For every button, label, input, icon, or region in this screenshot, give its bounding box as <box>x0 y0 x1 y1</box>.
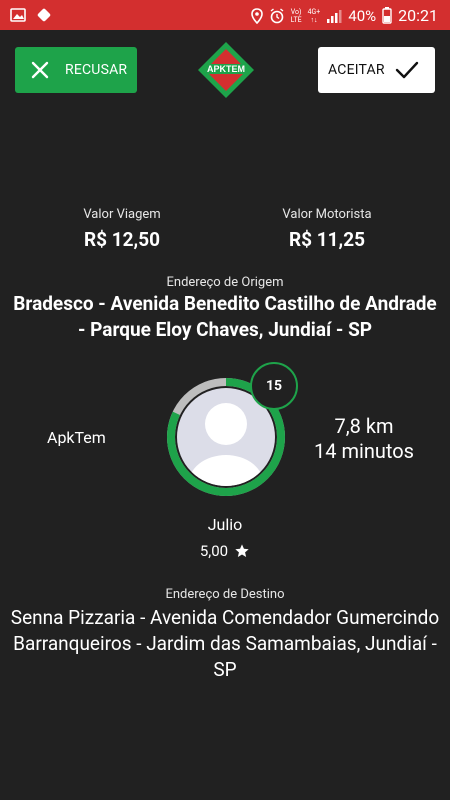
data-arrows-icon: ↑↓ <box>310 15 318 24</box>
signal-icon <box>327 9 342 23</box>
status-left-icons <box>10 7 52 23</box>
accept-button[interactable]: ACEITAR <box>318 47 435 93</box>
trip-value-label: Valor Viagem <box>83 207 161 222</box>
app-logo: APKTEM <box>196 40 256 100</box>
trip-distance: 7,8 km <box>334 414 394 438</box>
status-right-icons: Vo) LTE 4G+ ↑↓ 40% 20:21 <box>250 6 438 25</box>
origin-address: Bradesco - Avenida Benedito Castilho de … <box>13 292 437 341</box>
volte-indicator: Vo) LTE <box>291 8 302 24</box>
network-type-label: 4G+ <box>307 7 321 16</box>
driver-value: R$ 11,25 <box>288 228 366 251</box>
refuse-button-label: RECUSAR <box>65 62 128 78</box>
destination-address: Senna Pizzaria - Avenida Comendador Gume… <box>10 606 440 681</box>
trip-value: R$ 12,50 <box>83 228 161 251</box>
origin-label: Endereço de Origem <box>166 275 284 290</box>
driver-rating: 5,00 <box>175 542 275 560</box>
volte-label: Vo) <box>290 7 302 16</box>
countdown-value: 15 <box>265 378 283 394</box>
company-name: ApkTem <box>47 428 106 447</box>
check-icon <box>395 60 419 80</box>
close-icon <box>15 60 65 80</box>
battery-icon <box>382 7 392 24</box>
driver-value-label: Valor Motorista <box>282 207 372 222</box>
driver-name: Julio <box>207 515 243 534</box>
trip-duration: 14 minutos <box>314 439 414 463</box>
rating-value: 5,00 <box>199 542 229 560</box>
lte-label: LTE <box>290 15 302 24</box>
network-type: 4G+ ↑↓ <box>308 8 321 24</box>
clock: 20:21 <box>398 6 438 25</box>
accept-button-label: ACEITAR <box>328 62 385 78</box>
status-bar: Vo) LTE 4G+ ↑↓ 40% 20:21 <box>0 0 450 30</box>
logo-text: APKTEM <box>207 64 245 74</box>
diamond-icon <box>37 8 51 22</box>
trip-distance-block: 7,8 km 14 minutos <box>300 414 428 464</box>
gallery-icon <box>10 8 26 22</box>
battery-percent: 40% <box>348 6 377 25</box>
location-icon <box>250 7 263 24</box>
destination-label: Endereço de Destino <box>165 587 285 602</box>
star-icon <box>235 544 249 557</box>
refuse-button[interactable]: RECUSAR <box>15 47 137 93</box>
countdown-badge: 15 <box>250 362 298 410</box>
alarm-icon <box>270 7 284 23</box>
